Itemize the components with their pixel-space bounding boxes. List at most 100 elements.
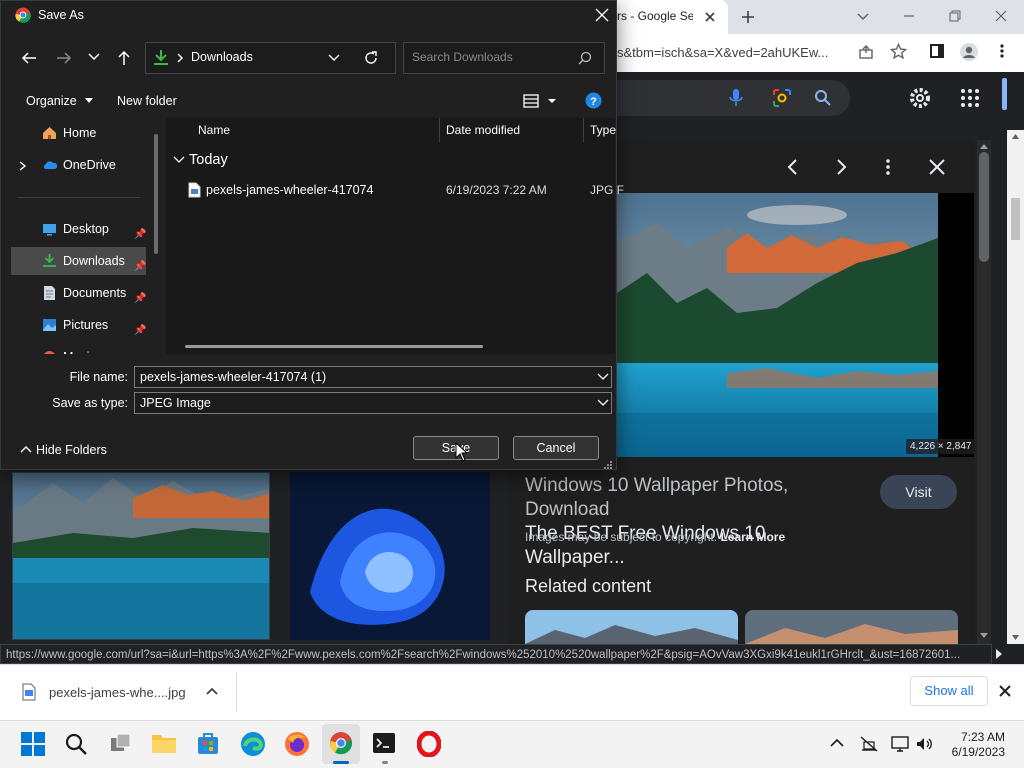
chrome-icon[interactable] (329, 731, 353, 755)
hide-folders-toggle[interactable]: Hide Folders (20, 443, 107, 457)
column-header-date[interactable]: Date modified (446, 123, 520, 137)
voice-search-icon[interactable] (728, 88, 744, 108)
nav-item-documents[interactable]: Documents 📌 (1, 280, 149, 306)
nav-item-pictures[interactable]: Pictures 📌 (1, 312, 149, 338)
display-icon[interactable] (891, 736, 909, 752)
start-icon[interactable] (21, 732, 45, 756)
column-header-name[interactable]: Name (198, 123, 230, 137)
breadcrumb-chevron-icon[interactable] (176, 53, 184, 63)
close-download-bar-icon[interactable] (998, 684, 1012, 698)
minimize-icon[interactable] (901, 8, 917, 24)
edge-icon[interactable] (240, 731, 266, 757)
apps-grid-icon[interactable] (960, 88, 980, 108)
nav-item-downloads[interactable]: Downloads 📌 (1, 248, 149, 274)
back-arrow-icon[interactable] (21, 50, 37, 66)
profile-icon[interactable] (959, 42, 979, 62)
file-list-scrollbar[interactable] (185, 345, 483, 348)
column-divider[interactable] (439, 118, 440, 142)
save-type-select[interactable]: JPEG Image (134, 392, 612, 414)
result-title[interactable]: Windows 10 Wallpaper Photos, Download Th… (525, 474, 870, 570)
settings-gear-icon[interactable] (908, 86, 932, 110)
file-name-value: pexels-james-wheeler-417074 (1) (140, 370, 327, 384)
preview-image[interactable] (617, 193, 938, 457)
thumbnail-lake[interactable] (12, 472, 270, 640)
search-taskbar-icon[interactable] (64, 732, 88, 756)
address-dropdown-icon[interactable] (328, 54, 340, 62)
more-options-icon[interactable] (882, 158, 894, 176)
clock-time: 7:23 AM (960, 730, 1005, 744)
navigation-list: Home OneDrive Desktop 📌 Downloads 📌 Docu… (1, 119, 161, 355)
restore-icon[interactable] (947, 8, 963, 24)
search-icon[interactable] (814, 89, 832, 107)
menu-icon[interactable] (996, 43, 1008, 59)
tray-chevron-icon[interactable] (830, 738, 844, 748)
active-indicator (333, 761, 349, 764)
nav-item-home[interactable]: Home (1, 120, 149, 146)
terminal-icon[interactable] (372, 732, 396, 754)
window-scroll-up-icon[interactable] (1011, 133, 1020, 140)
related-thumbnail-1[interactable] (525, 610, 738, 644)
tab-search-icon[interactable] (856, 9, 870, 23)
group-collapse-icon[interactable] (173, 155, 185, 165)
next-image-icon[interactable] (833, 158, 849, 176)
nav-item-onedrive[interactable]: OneDrive (1, 152, 149, 178)
close-viewer-icon[interactable] (928, 158, 946, 176)
refresh-icon[interactable] (363, 50, 379, 66)
group-header-today[interactable]: Today (189, 152, 228, 168)
status-bar-url: https://www.google.com/url?sa=i&url=http… (0, 644, 992, 664)
close-tab-icon[interactable] (703, 10, 717, 24)
column-divider[interactable] (583, 118, 584, 142)
pin-icon: 📌 (134, 293, 147, 304)
task-view-icon[interactable] (109, 732, 133, 756)
forward-arrow-icon[interactable] (56, 50, 72, 66)
view-options-icon[interactable] (523, 93, 557, 109)
lens-icon[interactable] (772, 88, 792, 108)
save-type-dropdown-icon[interactable] (597, 399, 609, 407)
thumbnail-windows11[interactable] (290, 472, 490, 640)
chevron-up-icon[interactable] (206, 686, 218, 696)
nav-item-desktop[interactable]: Desktop 📌 (1, 216, 149, 242)
file-row[interactable]: pexels-james-wheeler-417074 6/19/2023 7:… (166, 178, 624, 202)
cancel-button[interactable]: Cancel (513, 436, 599, 460)
new-tab-icon[interactable] (740, 9, 756, 25)
dialog-close-icon[interactable] (595, 8, 609, 22)
previous-image-icon[interactable] (785, 158, 801, 176)
scroll-up-icon[interactable] (979, 142, 989, 150)
download-item[interactable]: pexels-james-whe....jpg (49, 685, 186, 700)
opera-icon[interactable] (417, 731, 441, 757)
help-icon[interactable]: ? (585, 92, 602, 109)
file-explorer-icon[interactable] (151, 732, 177, 754)
recent-locations-icon[interactable] (88, 52, 100, 62)
page-scrollbar-thumb[interactable] (979, 152, 989, 262)
file-name-dropdown-icon[interactable] (597, 373, 609, 381)
window-scrollbar-thumb[interactable] (1011, 198, 1020, 240)
new-folder-button[interactable]: New folder (117, 94, 177, 108)
address-bar[interactable]: s&tbm=isch&sa=X&ved=2ahUKEw... (617, 45, 828, 60)
network-icon[interactable] (860, 736, 878, 752)
file-name-label: File name: (69, 370, 128, 384)
window-close-icon[interactable] (993, 8, 1009, 24)
related-thumbnail-2[interactable] (745, 610, 958, 644)
organize-menu[interactable]: Organize (26, 94, 94, 108)
save-type-label: Save as type: (52, 396, 128, 410)
learn-more-link[interactable]: Learn More (720, 530, 785, 544)
scroll-right-icon[interactable] (994, 648, 1004, 660)
visit-button[interactable]: Visit (880, 475, 957, 509)
taskbar-clock[interactable]: 7:23 AM 6/19/2023 (935, 730, 1005, 760)
scroll-down-icon[interactable] (979, 632, 989, 640)
window-scroll-down-icon[interactable] (1011, 634, 1020, 641)
show-all-button[interactable]: Show all (910, 676, 988, 706)
store-icon[interactable] (196, 731, 220, 755)
up-arrow-icon[interactable] (116, 50, 132, 66)
share-icon[interactable] (858, 44, 874, 60)
address-path-text[interactable]: Downloads (191, 50, 253, 64)
column-header-type[interactable]: Type (590, 123, 616, 137)
volume-icon[interactable] (915, 736, 933, 752)
firefox-icon[interactable] (284, 731, 310, 757)
side-panel-icon[interactable] (929, 43, 945, 59)
search-box[interactable] (600, 80, 850, 116)
bookmark-star-icon[interactable] (890, 43, 907, 60)
file-name-input[interactable]: pexels-james-wheeler-417074 (1) (134, 366, 612, 388)
dialog-search-icon[interactable] (578, 51, 592, 65)
resize-grip-icon[interactable] (603, 460, 613, 470)
